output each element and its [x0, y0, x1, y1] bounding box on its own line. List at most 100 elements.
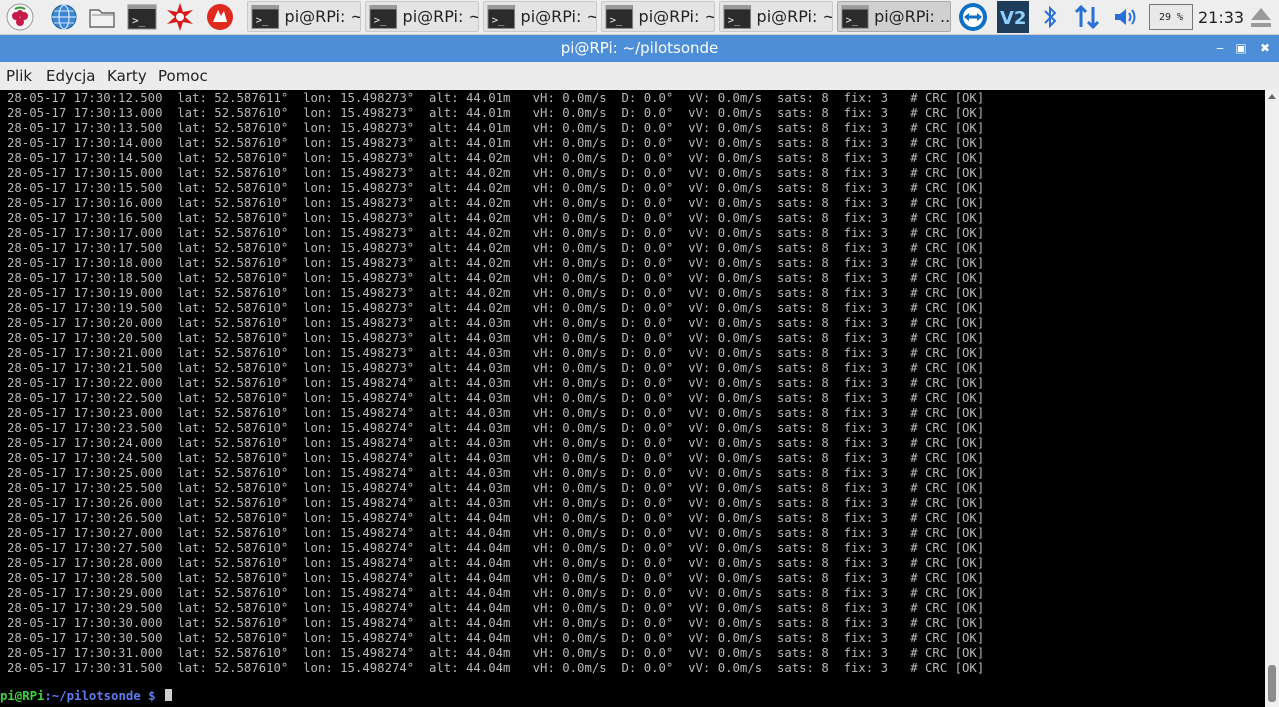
task-button-terminal-4[interactable]: >_ pi@RPi: ~ [601, 1, 715, 32]
scrollbar-thumb[interactable] [1268, 665, 1276, 702]
terminal-line: 28-05-17 17:30:16.500 lat: 52.587610° lo… [7, 211, 985, 225]
terminal-line: 28-05-17 17:30:30.500 lat: 52.587610° lo… [7, 631, 985, 645]
terminal-icon: >_ [369, 4, 398, 29]
terminal-line: 28-05-17 17:30:18.000 lat: 52.587610° lo… [7, 256, 985, 270]
terminal-line: 28-05-17 17:30:29.500 lat: 52.587610° lo… [7, 601, 985, 615]
task-label: pi@RPi: ~ [284, 7, 360, 26]
terminal-line: 28-05-17 17:30:25.500 lat: 52.587610° lo… [7, 481, 985, 495]
terminal-line: 28-05-17 17:30:21.000 lat: 52.587610° lo… [7, 346, 985, 360]
terminal-scrollbar[interactable] [1265, 90, 1279, 707]
terminal-line: 28-05-17 17:30:29.000 lat: 52.587610° lo… [7, 586, 985, 600]
terminal-line: 28-05-17 17:30:12.500 lat: 52.587611° lo… [7, 91, 985, 105]
terminal-line: 28-05-17 17:30:25.000 lat: 52.587610° lo… [7, 466, 985, 480]
svg-text:>_: >_ [132, 14, 146, 27]
prompt-user: pi@RPi [0, 689, 45, 703]
file-manager-icon[interactable] [86, 1, 118, 33]
task-button-terminal-1[interactable]: >_ pi@RPi: ~ [247, 1, 361, 32]
wolfram-icon[interactable] [204, 1, 236, 33]
task-label: pi@RPi: ~ [756, 7, 832, 26]
terminal-line: 28-05-17 17:30:14.000 lat: 52.587610° lo… [7, 136, 985, 150]
window-title: pi@RPi: ~/pilotsonde [560, 39, 719, 57]
prompt-symbol: $ [140, 689, 163, 703]
teamviewer-icon[interactable] [957, 1, 989, 33]
terminal-line: 28-05-17 17:30:15.500 lat: 52.587610° lo… [7, 181, 985, 195]
terminal-line: 28-05-17 17:30:15.000 lat: 52.587610° lo… [7, 166, 985, 180]
svg-text:>_: >_ [610, 14, 623, 26]
menu-pomoc[interactable]: Pomoc [158, 67, 208, 85]
terminal-line: 28-05-17 17:30:23.500 lat: 52.587610° lo… [7, 421, 985, 435]
vnc-icon[interactable]: V2 [997, 1, 1029, 33]
task-button-terminal-2[interactable]: >_ pi@RPi: ~ [365, 1, 479, 32]
cpu-usage-indicator[interactable]: 29 % [1149, 4, 1193, 30]
svg-text:>_: >_ [492, 14, 505, 26]
terminal-line: 28-05-17 17:30:28.500 lat: 52.587610° lo… [7, 571, 985, 585]
terminal-line: 28-05-17 17:30:24.000 lat: 52.587610° lo… [7, 436, 985, 450]
task-button-terminal-5[interactable]: >_ pi@RPi: ~ [719, 1, 833, 32]
terminal-line: 28-05-17 17:30:27.500 lat: 52.587610° lo… [7, 541, 985, 555]
menu-karty[interactable]: Karty [107, 67, 147, 85]
task-label: pi@RPi: ... [874, 7, 950, 26]
terminal-line: 28-05-17 17:30:23.000 lat: 52.587610° lo… [7, 406, 985, 420]
terminal-line: 28-05-17 17:30:17.500 lat: 52.587610° lo… [7, 241, 985, 255]
svg-text:>_: >_ [846, 14, 859, 26]
terminal-line: 28-05-17 17:30:22.000 lat: 52.587610° lo… [7, 376, 985, 390]
math-app-icon[interactable] [164, 1, 196, 33]
minimize-button[interactable]: ‒ [1211, 39, 1229, 57]
shell-prompt[interactable]: pi@RPi:~/pilotsonde $ [0, 689, 172, 704]
terminal-line: 28-05-17 17:30:22.500 lat: 52.587610° lo… [7, 391, 985, 405]
terminal-line: 28-05-17 17:30:18.500 lat: 52.587610° lo… [7, 271, 985, 285]
terminal-icon: >_ [487, 4, 516, 29]
volume-icon[interactable] [1110, 1, 1142, 33]
bluetooth-icon[interactable] [1034, 1, 1066, 33]
terminal-icon: >_ [605, 4, 634, 29]
terminal-launcher-icon[interactable]: >_ [126, 1, 158, 33]
terminal-line: 28-05-17 17:30:26.500 lat: 52.587610° lo… [7, 511, 985, 525]
clock[interactable]: 21:33 [1198, 8, 1244, 27]
terminal-line: 28-05-17 17:30:26.000 lat: 52.587610° lo… [7, 496, 985, 510]
terminal-icon: >_ [841, 4, 869, 29]
eject-icon[interactable] [1245, 1, 1277, 33]
window-titlebar[interactable]: pi@RPi: ~/pilotsonde ‒ ▣ ✖ [0, 35, 1279, 62]
task-button-terminal-3[interactable]: >_ pi@RPi: ~ [483, 1, 597, 32]
terminal-output[interactable]: 28-05-17 17:30:12.500 lat: 52.587611° lo… [0, 90, 1265, 707]
terminal-line: 28-05-17 17:30:24.500 lat: 52.587610° lo… [7, 451, 985, 465]
svg-text:V2: V2 [1000, 8, 1026, 29]
terminal-line: 28-05-17 17:30:19.500 lat: 52.587610° lo… [7, 301, 985, 315]
terminal-line: 28-05-17 17:30:27.000 lat: 52.587610° lo… [7, 526, 985, 540]
terminal-line: 28-05-17 17:30:17.000 lat: 52.587610° lo… [7, 226, 985, 240]
terminal-line: 28-05-17 17:30:30.000 lat: 52.587610° lo… [7, 616, 985, 630]
terminal-line: 28-05-17 17:30:19.000 lat: 52.587610° lo… [7, 286, 985, 300]
terminal-line: 28-05-17 17:30:31.000 lat: 52.587610° lo… [7, 646, 985, 660]
close-button[interactable]: ✖ [1256, 39, 1274, 57]
terminal-line: 28-05-17 17:30:20.500 lat: 52.587610° lo… [7, 331, 985, 345]
task-label: pi@RPi: ~ [402, 7, 478, 26]
terminal-icon: >_ [251, 4, 280, 29]
terminal-line: 28-05-17 17:30:13.000 lat: 52.587610° lo… [7, 106, 985, 120]
svg-text:>_: >_ [256, 14, 269, 26]
menu-plik[interactable]: Plik [6, 67, 32, 85]
text-cursor [164, 689, 172, 701]
task-label: pi@RPi: ~ [520, 7, 596, 26]
task-button-terminal-6[interactable]: >_ pi@RPi: ... [837, 1, 951, 32]
taskbar: >_ >_ pi@RPi: ~ >_ pi@RPi: ~ >_ pi@RPi: … [0, 0, 1279, 35]
menubar: Plik Edycja Karty Pomoc [0, 62, 1279, 91]
scroll-up-arrow-icon[interactable] [1268, 94, 1276, 99]
terminal-line: 28-05-17 17:30:31.500 lat: 52.587610° lo… [7, 661, 985, 675]
maximize-button[interactable]: ▣ [1232, 39, 1250, 57]
prompt-path: :~/pilotsonde [44, 689, 141, 703]
terminal-line: 28-05-17 17:30:13.500 lat: 52.587610° lo… [7, 121, 985, 135]
terminal-line: 28-05-17 17:30:20.000 lat: 52.587610° lo… [7, 316, 985, 330]
svg-text:>_: >_ [728, 14, 741, 26]
terminal-line: 28-05-17 17:30:14.500 lat: 52.587610° lo… [7, 151, 985, 165]
terminal-line: 28-05-17 17:30:28.000 lat: 52.587610° lo… [7, 556, 985, 570]
network-icon[interactable] [1071, 1, 1103, 33]
task-label: pi@RPi: ~ [638, 7, 714, 26]
terminal-icon: >_ [723, 4, 752, 29]
web-browser-icon[interactable] [48, 1, 80, 33]
menu-edycja[interactable]: Edycja [46, 67, 95, 85]
terminal-line: 28-05-17 17:30:16.000 lat: 52.587610° lo… [7, 196, 985, 210]
terminal-line: 28-05-17 17:30:21.500 lat: 52.587610° lo… [7, 361, 985, 375]
raspberry-menu-icon[interactable] [4, 1, 36, 33]
svg-text:>_: >_ [374, 14, 387, 26]
terminal-lines: 28-05-17 17:30:12.500 lat: 52.587611° lo… [7, 91, 984, 676]
